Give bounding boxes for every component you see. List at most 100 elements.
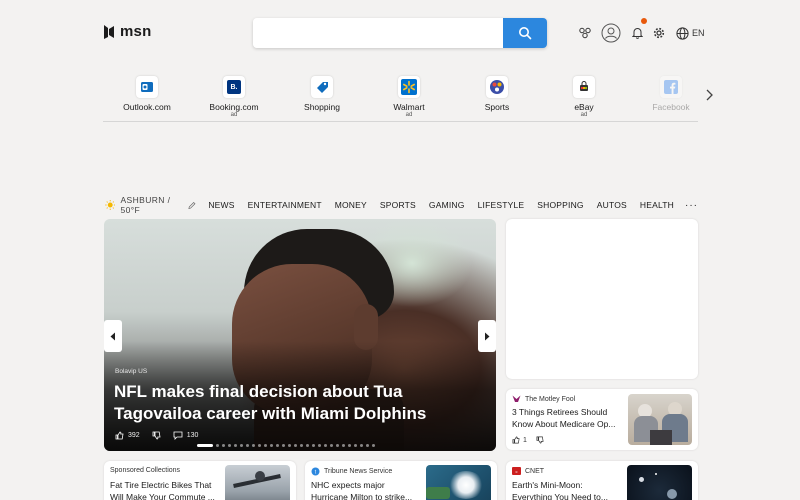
hero-carousel[interactable]: Bolavip US NFL makes final decision abou…: [104, 219, 496, 451]
quick-link-facebook[interactable]: Facebook: [636, 76, 706, 112]
ad-label: ad: [580, 112, 588, 118]
nav-health[interactable]: HEALTH: [640, 200, 674, 210]
nav-news[interactable]: NEWS: [208, 200, 234, 210]
nav-entertainment[interactable]: ENTERTAINMENT: [248, 200, 322, 210]
card-source: Sponsored Collections: [110, 467, 180, 474]
thumbs-down-icon[interactable]: [536, 436, 544, 444]
carousel-dot[interactable]: [252, 444, 255, 447]
quick-link-label: Sports: [484, 102, 510, 112]
nav-autos[interactable]: AUTOS: [597, 200, 627, 210]
carousel-dot[interactable]: [234, 444, 237, 447]
hero-headline[interactable]: NFL makes final decision about Tua Tagov…: [114, 381, 494, 425]
quick-link-walmart[interactable]: Walmart ad: [374, 76, 444, 119]
carousel-dot[interactable]: [366, 444, 369, 447]
ad-placeholder: [506, 219, 698, 379]
thumbs-up-icon[interactable]: [512, 436, 520, 444]
carousel-dot[interactable]: [300, 444, 303, 447]
pencil-icon[interactable]: [188, 201, 196, 210]
carousel-dot[interactable]: [270, 444, 273, 447]
carousel-dot[interactable]: [360, 444, 363, 447]
nav-money[interactable]: MONEY: [335, 200, 367, 210]
carousel-dot[interactable]: [330, 444, 333, 447]
settings-button[interactable]: [650, 22, 668, 44]
comment-icon[interactable]: [173, 431, 183, 440]
nav-lifestyle[interactable]: LIFESTYLE: [478, 200, 525, 210]
quick-link-shopping[interactable]: Shopping: [287, 76, 357, 112]
notifications-button[interactable]: [630, 18, 647, 44]
news-card[interactable]: The Motley Fool 3 Things Retirees Should…: [506, 389, 698, 450]
carousel-dot[interactable]: [354, 444, 357, 447]
search-icon: [519, 27, 532, 40]
quick-links-bar: Outlook.com B. Booking.com ad Shopping W…: [103, 76, 698, 122]
rewards-button[interactable]: [576, 22, 594, 44]
msn-logo[interactable]: msn: [102, 23, 151, 40]
carousel-dot[interactable]: [246, 444, 249, 447]
quick-link-ebay[interactable]: eBay ad: [549, 76, 619, 119]
language-label: EN: [692, 28, 705, 38]
news-card[interactable]: t Tribune News Service NHC expects major…: [305, 461, 497, 500]
card-headline: Fat Tire Electric Bikes That Will Make Y…: [110, 480, 215, 500]
carousel-dot[interactable]: [222, 444, 225, 447]
carousel-prev-button[interactable]: [104, 320, 122, 352]
card-source-label: CNET: [525, 467, 545, 475]
carousel-dot[interactable]: [318, 444, 321, 447]
carousel-dot[interactable]: [264, 444, 267, 447]
quick-link-sports[interactable]: Sports: [462, 76, 532, 112]
sports-icon: [486, 76, 508, 98]
carousel-dot[interactable]: [288, 444, 291, 447]
carousel-dot[interactable]: [228, 444, 231, 447]
header-actions: EN: [576, 18, 705, 44]
hero-reactions: 392 130: [115, 431, 198, 440]
carousel-dot[interactable]: [197, 444, 213, 447]
card-headline: NHC expects major Hurricane Milton to st…: [311, 480, 413, 500]
quick-link-label: Walmart: [393, 102, 425, 112]
search-button[interactable]: [503, 18, 547, 48]
card-source: c CNET: [512, 467, 544, 475]
news-card[interactable]: c CNET Earth's Mini-Moon: Everything You…: [506, 461, 698, 500]
card-source-label: The Motley Fool: [525, 395, 576, 403]
shopping-tag-icon: [311, 76, 333, 98]
carousel-dot[interactable]: [306, 444, 309, 447]
card-thumbnail: [225, 465, 290, 500]
quick-links-next-button[interactable]: [703, 88, 715, 102]
nav-sports[interactable]: SPORTS: [380, 200, 416, 210]
carousel-dot[interactable]: [336, 444, 339, 447]
carousel-dot[interactable]: [348, 444, 351, 447]
carousel-dot[interactable]: [372, 444, 375, 447]
profile-button[interactable]: [598, 22, 624, 44]
weather-location[interactable]: ASHBURN / 50°F: [105, 195, 196, 215]
ad-label: ad: [230, 112, 238, 118]
like-count: 392: [128, 432, 140, 439]
nav-gaming[interactable]: GAMING: [429, 200, 465, 210]
booking-icon: B.: [223, 76, 245, 98]
thumbs-up-icon[interactable]: [115, 431, 124, 440]
hero-source[interactable]: Bolavip US: [115, 368, 147, 375]
outlook-icon: [136, 76, 158, 98]
nav-shopping[interactable]: SHOPPING: [537, 200, 583, 210]
search-input[interactable]: [253, 18, 503, 48]
carousel-dot[interactable]: [294, 444, 297, 447]
carousel-dot[interactable]: [258, 444, 261, 447]
carousel-dot[interactable]: [324, 444, 327, 447]
carousel-dot[interactable]: [216, 444, 219, 447]
search-bar: [253, 18, 547, 48]
card-thumbnail: [627, 465, 692, 500]
nav-more-button[interactable]: ···: [685, 200, 698, 211]
thumbs-down-icon[interactable]: [152, 431, 161, 440]
language-button[interactable]: EN: [676, 26, 705, 40]
cnet-logo-icon: c: [512, 467, 521, 475]
carousel-dot[interactable]: [282, 444, 285, 447]
ebay-icon: [573, 76, 595, 98]
trophy-icon: [579, 27, 591, 39]
ad-label: ad: [405, 112, 413, 118]
quick-link-label: Shopping: [304, 102, 340, 112]
carousel-dot[interactable]: [240, 444, 243, 447]
category-nav: ASHBURN / 50°F NEWS ENTERTAINMENT MONEY …: [105, 195, 698, 215]
carousel-dot[interactable]: [342, 444, 345, 447]
carousel-dot[interactable]: [312, 444, 315, 447]
news-card[interactable]: Sponsored Collections Fat Tire Electric …: [104, 461, 296, 500]
quick-link-booking[interactable]: B. Booking.com ad: [199, 76, 269, 119]
carousel-dot[interactable]: [276, 444, 279, 447]
carousel-next-button[interactable]: [478, 320, 496, 352]
quick-link-outlook[interactable]: Outlook.com: [112, 76, 182, 112]
